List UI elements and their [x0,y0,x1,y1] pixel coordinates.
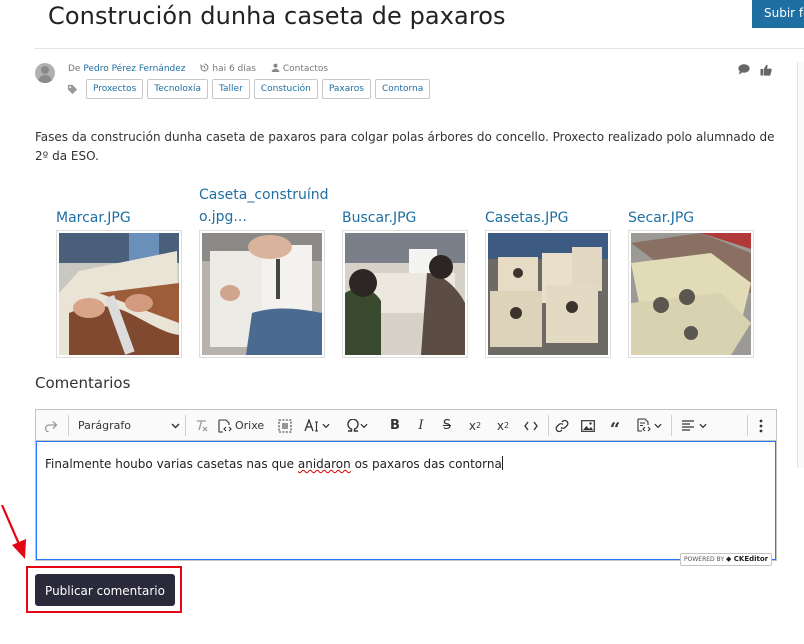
font-size-icon [304,419,318,432]
photo-thumbnail[interactable] [485,230,611,358]
text-caret [501,456,503,470]
paragraph-label: Parágrafo [78,419,131,432]
chevron-down-icon [699,423,707,428]
upload-button[interactable]: Subir fo [752,0,804,28]
tag-link[interactable]: Contorna [374,79,431,99]
ckeditor-logo: ◆ CKEditor [725,555,769,563]
photo-buscar [345,233,465,355]
tag-link[interactable]: Taller [212,79,250,99]
photo-caseta [202,233,322,355]
source-editing-dropdown[interactable] [630,410,668,441]
like-icon[interactable] [760,64,772,76]
comment-textarea[interactable]: Finalmente houbo varias casetas nas que … [36,441,776,560]
page-title: Construción dunha caseta de paxaros [48,2,506,30]
font-size-dropdown[interactable] [300,410,334,441]
blockquote-icon[interactable]: “ [603,410,627,441]
avatar[interactable] [35,63,55,83]
red-arrow-icon [0,505,26,559]
chevron-down-icon [654,423,662,428]
paragraph-dropdown[interactable]: Parágrafo [76,410,182,441]
photo-thumbnail[interactable] [199,230,325,358]
image-icon[interactable] [576,410,600,441]
tag-link[interactable]: Tecnoloxía [147,79,209,99]
comment-text: Finalmente houbo varias casetas nas que … [45,456,503,471]
italic-icon[interactable]: I [410,410,432,441]
chevron-down-icon [322,423,330,428]
photo-link[interactable]: Casetas.JPG [485,207,615,229]
subscript-icon[interactable]: x2 [463,410,487,441]
more-options-icon[interactable] [752,410,770,441]
align-left-icon [682,420,694,431]
post-meta: De Pedro Pérez Fernández hai 6 días Cont… [68,63,328,74]
tag-icon [67,84,78,94]
photo-casetas [488,233,608,355]
remove-format-icon[interactable] [191,410,213,441]
user-icon [271,63,280,72]
photo-link[interactable]: Buscar.JPG [342,207,472,229]
publish-comment-button[interactable]: Publicar comentario [35,574,175,606]
photo-link[interactable]: Secar.JPG [628,207,758,229]
tag-list: Proxectos Tecnoloxía Taller Constución P… [67,79,434,99]
photo-thumbnail[interactable] [342,230,468,358]
chevron-down-icon [171,423,180,428]
tag-link[interactable]: Proxectos [86,79,144,99]
chevron-down-icon [360,423,368,428]
post-actions [738,64,772,76]
photo-link[interactable]: Caseta_construíndo.jpg... [199,184,331,228]
misspelled-word: anidaron [297,457,351,471]
select-all-icon[interactable] [274,410,296,441]
redo-icon[interactable] [40,410,62,441]
link-icon[interactable] [550,410,574,441]
strikethrough-icon[interactable]: S [436,410,458,441]
post-visibility: Contactos [282,64,329,74]
tag-link[interactable]: Paxaros [321,79,371,99]
html-embed-icon [637,418,651,432]
photo-secar [631,233,751,355]
photo-thumbnail[interactable] [628,230,754,358]
scrollbar[interactable] [797,62,804,468]
alignment-dropdown[interactable] [676,410,712,441]
source-button[interactable]: Orixe [217,410,267,441]
ckeditor-badge[interactable]: POWERED BY ◆ CKEditor [680,553,773,566]
bold-icon[interactable]: B [384,410,406,441]
superscript-icon[interactable]: x2 [491,410,515,441]
tag-link[interactable]: Constución [253,79,318,99]
author-link[interactable]: Pedro Pérez Fernández [83,64,185,74]
photo-link[interactable]: Marcar.JPG [56,207,186,229]
photo-thumbnail[interactable] [56,230,182,358]
history-icon [200,63,209,72]
code-icon[interactable] [519,410,543,441]
special-characters-dropdown[interactable] [340,410,374,441]
post-description: Fases da construción dunha caseta de pax… [35,130,775,163]
divider [34,48,804,49]
comments-title: Comentarios [35,374,131,392]
omega-icon [347,419,359,432]
editor-toolbar: Parágrafo Orixe B I S x2 x2 “ [36,410,776,441]
photo-marcar [59,233,179,355]
by-prefix: De [68,64,81,74]
post-time: hai 6 días [212,64,256,74]
source-label: Orixe [235,419,265,432]
comment-icon[interactable] [738,64,750,75]
source-icon [218,418,232,433]
comment-editor: Parágrafo Orixe B I S x2 x2 “ Finalmente… [35,409,777,561]
